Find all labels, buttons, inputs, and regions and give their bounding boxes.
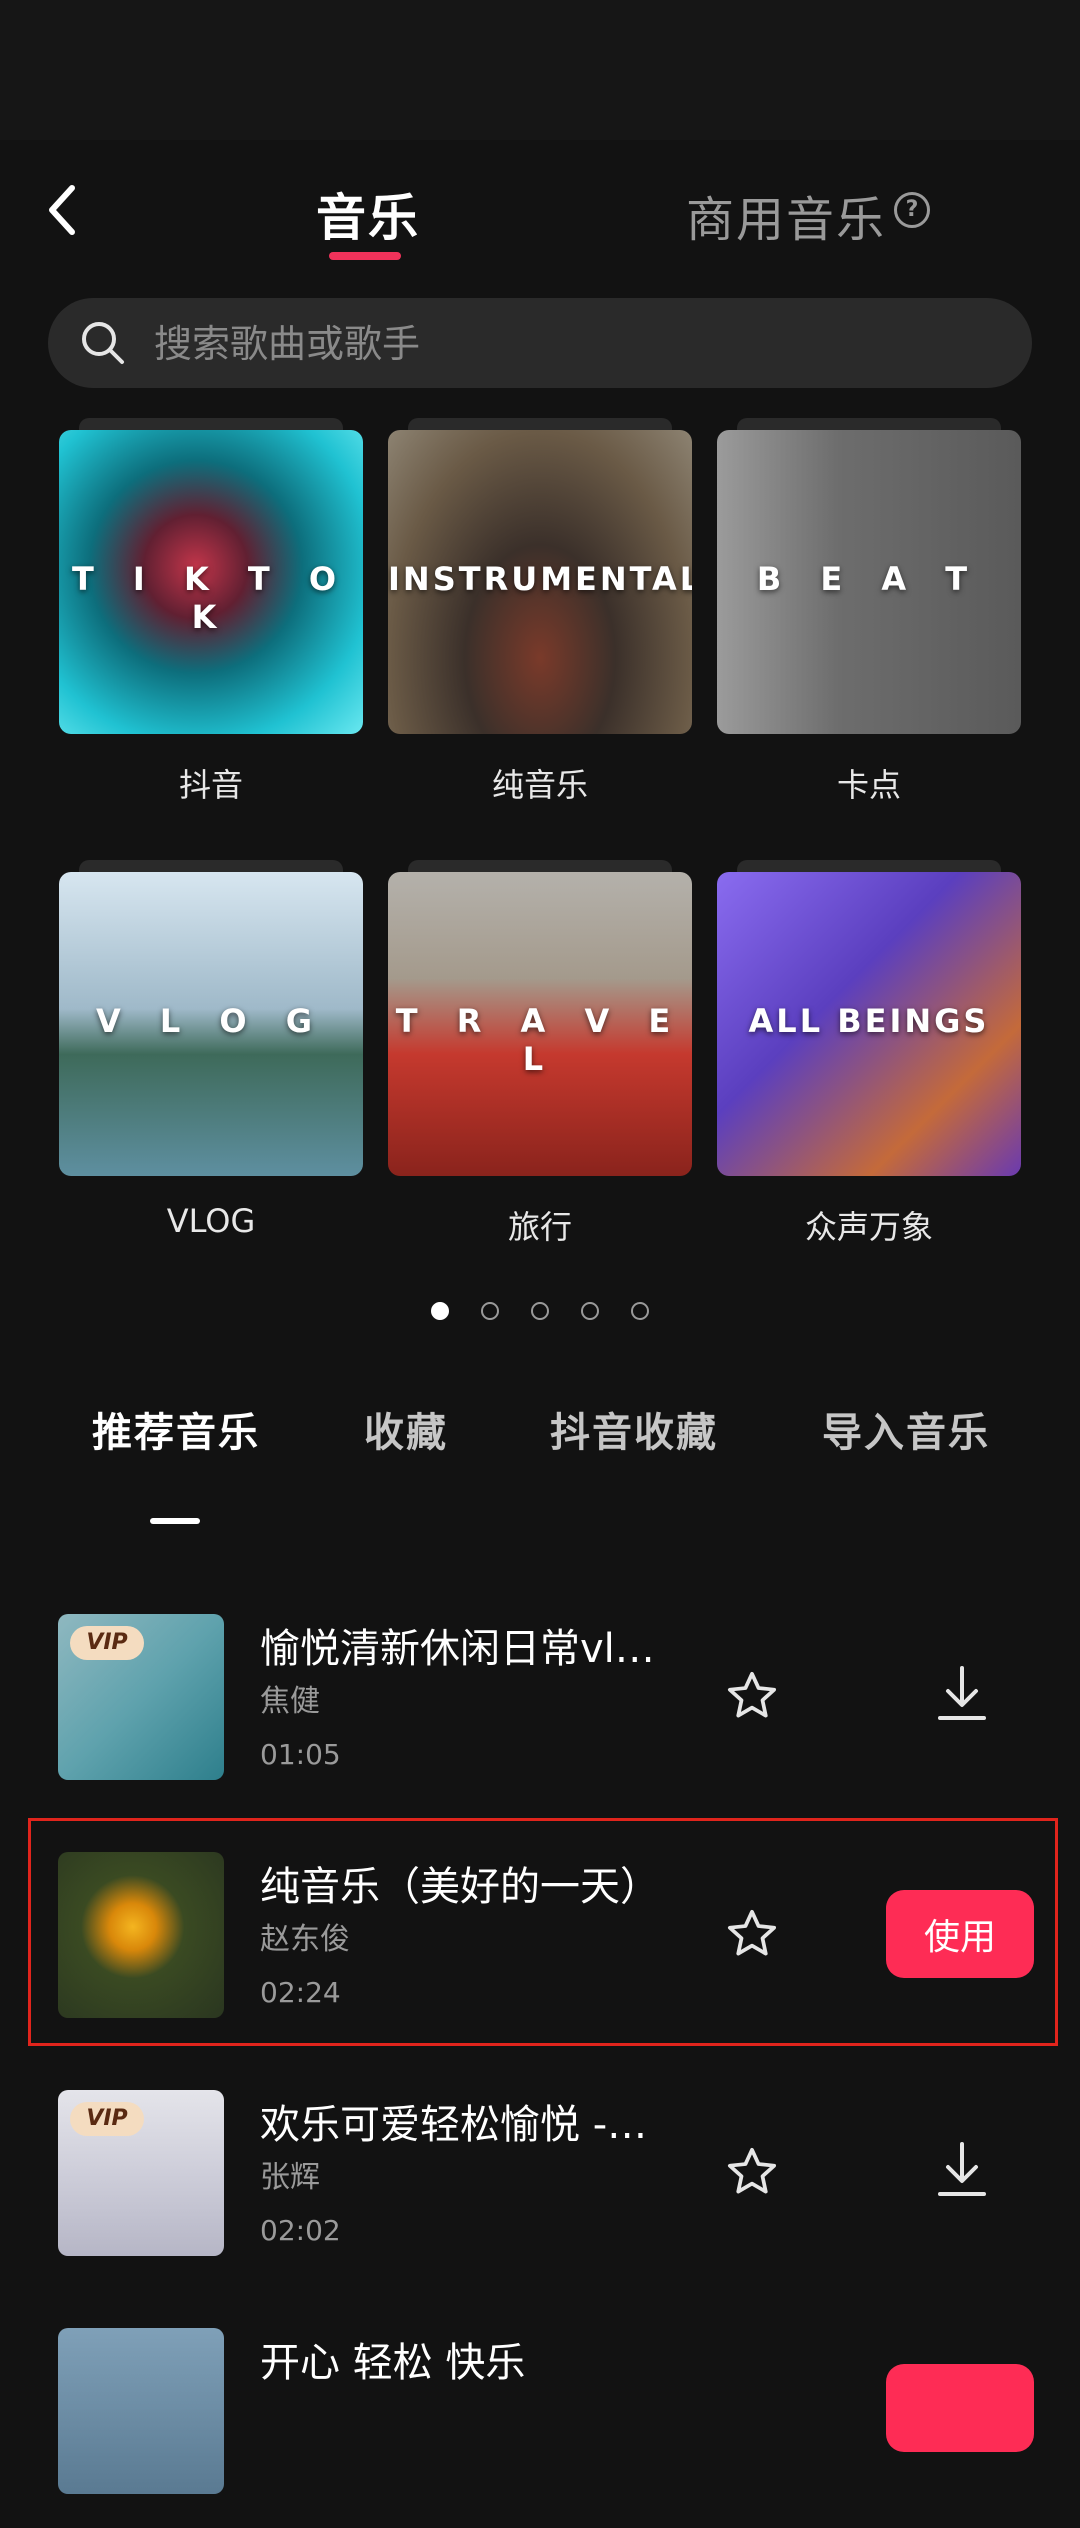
song-cover (58, 2328, 224, 2494)
song-cover: VIP (58, 1614, 224, 1780)
tab-douyin-favorites[interactable]: 抖音收藏 (550, 1400, 718, 1458)
status-bar (0, 0, 1080, 140)
song-duration: 02:02 (260, 2214, 341, 2247)
song-cover (58, 1852, 224, 2018)
song-cover: VIP (58, 2090, 224, 2256)
song-row[interactable]: 纯音乐（美好的一天） 赵东俊 02:24 使用 (0, 1852, 1080, 2052)
vip-badge: VIP (70, 2102, 144, 2136)
song-title: 愉悦清新休闲日常vl… (260, 1626, 655, 1672)
category-cover: B E A T (717, 430, 1021, 734)
category-label: 纯音乐 (491, 766, 588, 804)
pager-dots (0, 1302, 1080, 1326)
pager-dot-2[interactable] (481, 1302, 499, 1320)
download-icon[interactable] (936, 2140, 988, 2200)
category-cover: ALL BEINGS (717, 872, 1021, 1176)
song-row[interactable]: VIP 愉悦清新休闲日常vl… 焦健 01:05 (0, 1614, 1080, 1814)
chevron-left-icon (49, 185, 75, 235)
pager-dot-3[interactable] (531, 1302, 549, 1320)
song-duration: 01:05 (260, 1738, 341, 1771)
tab-recommended[interactable]: 推荐音乐 (92, 1400, 260, 1458)
pager-dot-1[interactable] (431, 1302, 449, 1320)
song-artist: 张辉 (260, 2160, 320, 2195)
pager-dot-4[interactable] (581, 1302, 599, 1320)
tab-music[interactable]: 音乐 (316, 178, 420, 250)
tab-commercial-music[interactable]: 商用音乐 (686, 180, 886, 250)
category-cover: V L O G (59, 872, 363, 1176)
category-cover: INSTRUMENTAL (388, 430, 692, 734)
vip-badge: VIP (70, 1626, 144, 1660)
section-tab-indicator (150, 1518, 200, 1524)
song-title: 纯音乐（美好的一天） (260, 1864, 660, 1910)
use-button[interactable] (886, 2364, 1034, 2452)
pager-dot-5[interactable] (631, 1302, 649, 1320)
song-row[interactable]: VIP 欢乐可爱轻松愉悦 -… 张辉 02:02 (0, 2090, 1080, 2290)
question-circle-icon[interactable]: ? (894, 192, 930, 228)
back-button[interactable] (44, 180, 84, 240)
category-label: 旅行 (507, 1208, 572, 1246)
category-label: VLOG (166, 1202, 256, 1240)
song-row[interactable]: 开心 轻松 快乐 (0, 2328, 1080, 2528)
category-label: 抖音 (178, 766, 243, 804)
song-artist: 焦健 (260, 1684, 320, 1719)
star-outline-icon[interactable] (724, 2144, 780, 2200)
star-outline-icon[interactable] (724, 1906, 780, 1962)
song-title: 开心 轻松 快乐 (260, 2340, 526, 2386)
category-cover: T I K T O K (59, 430, 363, 734)
tab-favorites[interactable]: 收藏 (364, 1400, 448, 1458)
category-label: 卡点 (836, 766, 901, 804)
use-button[interactable]: 使用 (886, 1890, 1034, 1978)
search-bar[interactable] (48, 298, 1032, 390)
download-icon[interactable] (936, 1664, 988, 1724)
music-section-tabs: 推荐音乐 收藏 抖音收藏 导入音乐 (0, 1400, 1080, 1524)
category-label: 众声万象 (804, 1208, 933, 1246)
top-tab-bar: 音乐 商用音乐 ? (0, 140, 1080, 270)
search-icon (82, 322, 124, 364)
song-artist: 赵东俊 (260, 1922, 350, 1957)
star-outline-icon[interactable] (724, 1668, 780, 1724)
song-duration: 02:24 (260, 1976, 341, 2009)
song-title: 欢乐可爱轻松愉悦 -… (260, 2102, 648, 2148)
tab-active-indicator (329, 252, 401, 260)
search-input[interactable] (152, 298, 996, 390)
category-cover: T R A V E L (388, 872, 692, 1176)
tab-import-music[interactable]: 导入音乐 (822, 1400, 990, 1458)
